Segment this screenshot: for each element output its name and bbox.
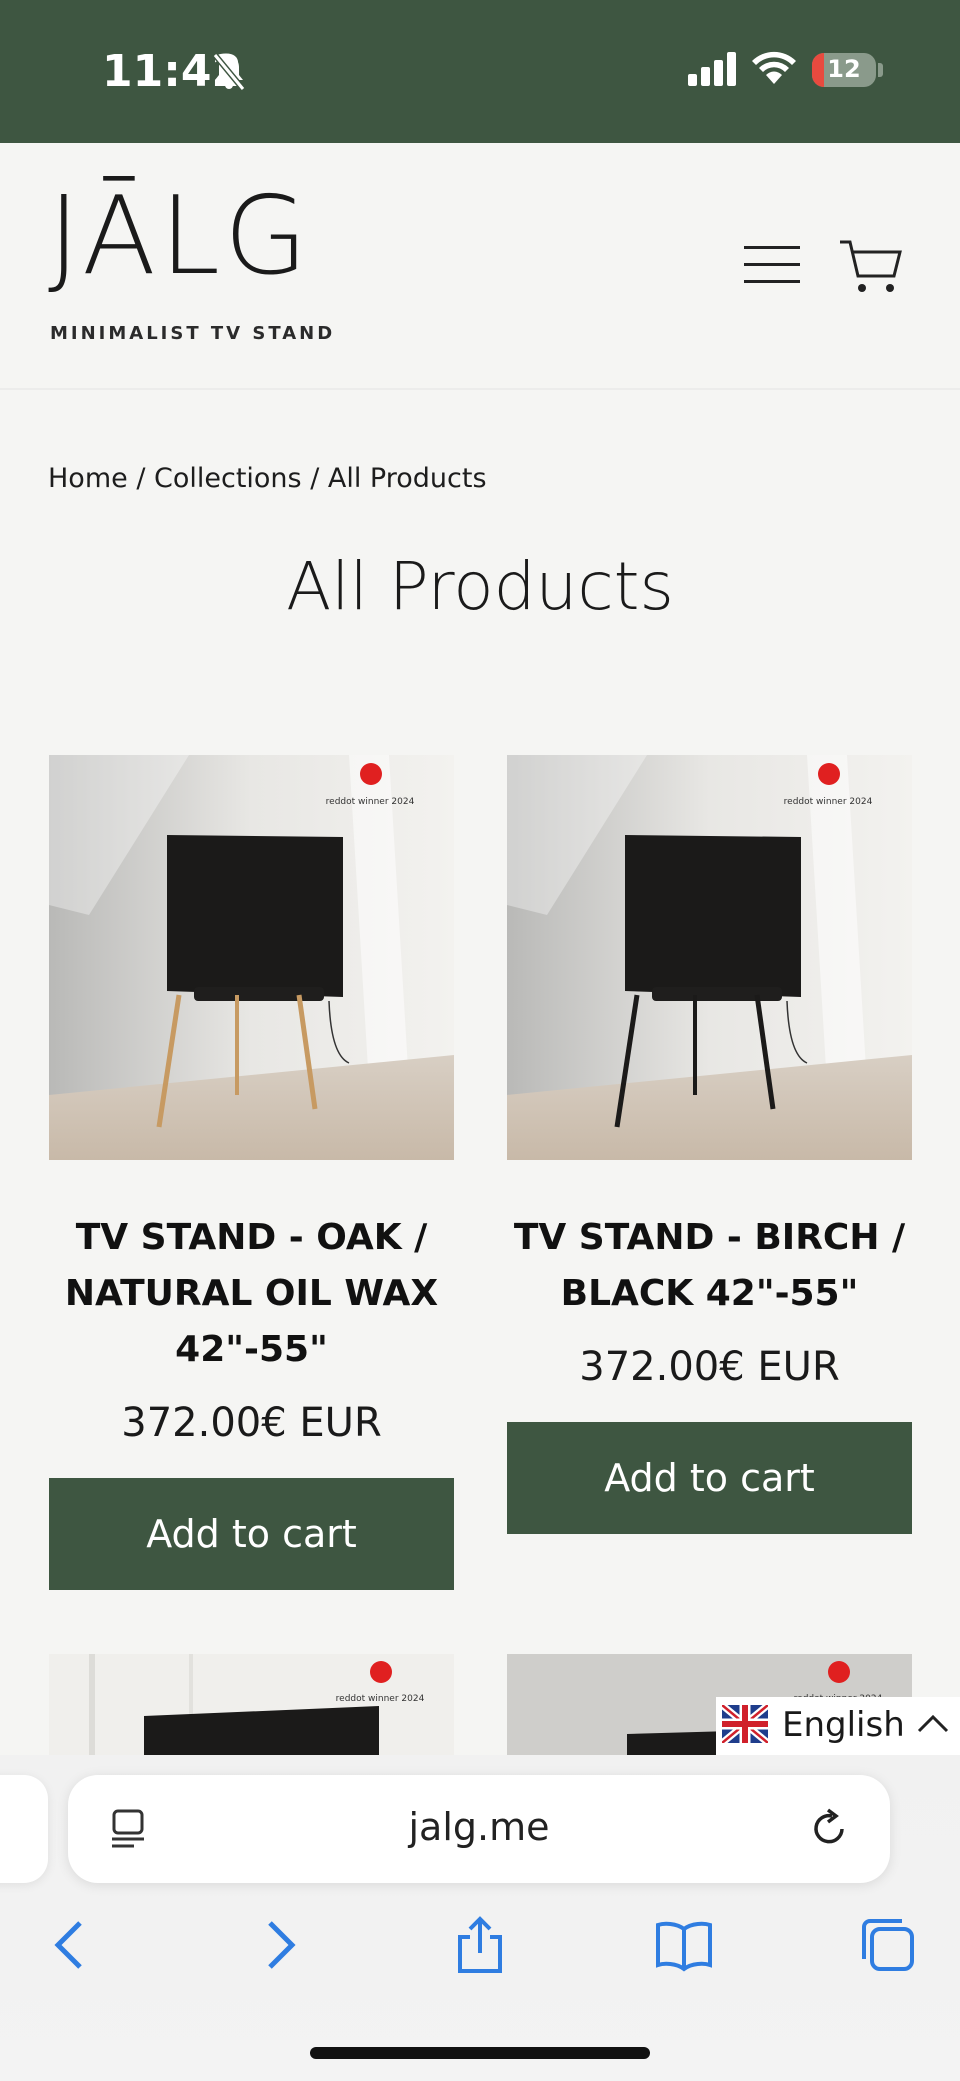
award-badge: reddot winner 2024	[336, 1694, 425, 1704]
battery-indicator: 12	[812, 53, 876, 87]
back-icon[interactable]	[42, 1915, 102, 1975]
share-icon[interactable]	[450, 1915, 510, 1975]
add-to-cart-button[interactable]: Add to cart	[49, 1478, 454, 1590]
battery-level: 12	[827, 55, 861, 83]
wifi-icon	[752, 51, 796, 84]
brand-logo[interactable]: JĀLG MINIMALIST TV STAND	[48, 174, 332, 348]
url-text[interactable]: jalg.me	[68, 1805, 890, 1849]
product-title[interactable]: TV STAND - BIRCH / BLACK 42"-55"	[507, 1210, 912, 1322]
previous-tab-preview[interactable]	[0, 1775, 48, 1883]
award-badge: reddot winner 2024	[326, 797, 415, 807]
product-image[interactable]: reddot winner 2024	[49, 755, 454, 1160]
chevron-up-icon	[917, 1714, 949, 1733]
signal-icon	[688, 52, 736, 86]
menu-button[interactable]	[744, 242, 802, 286]
product-price: 372.00€ EUR	[579, 1344, 840, 1390]
forward-icon[interactable]	[248, 1915, 308, 1975]
home-indicator[interactable]	[310, 2047, 650, 2059]
product-price: 372.00€ EUR	[121, 1400, 382, 1446]
language-label: English	[782, 1705, 905, 1745]
status-bar: 11:42 12	[0, 0, 960, 143]
brand-name: JĀLG	[48, 174, 312, 299]
product-title[interactable]: TV STAND - OAK / NATURAL OIL WAX 42"-55"	[49, 1210, 454, 1378]
award-badge: reddot winner 2024	[784, 797, 873, 807]
bookmarks-icon[interactable]	[654, 1915, 714, 1975]
cart-icon[interactable]	[838, 238, 904, 296]
brand-tagline: MINIMALIST TV STAND	[50, 323, 336, 344]
add-to-cart-button[interactable]: Add to cart	[507, 1422, 912, 1534]
product-image[interactable]: reddot winner 2024	[49, 1654, 454, 1755]
product-card[interactable]: reddot winner 2024	[49, 1654, 454, 1755]
language-selector[interactable]: English	[716, 1697, 960, 1757]
reload-icon[interactable]	[808, 1807, 852, 1851]
product-image[interactable]: reddot winner 2024	[507, 755, 912, 1160]
uk-flag-icon	[722, 1705, 768, 1743]
tabs-icon[interactable]	[858, 1915, 918, 1975]
page-title: All Products	[286, 548, 674, 625]
silent-bell-icon	[212, 53, 246, 91]
address-bar[interactable]: jalg.me	[68, 1775, 890, 1883]
breadcrumb[interactable]: Home / Collections / All Products	[48, 463, 487, 494]
